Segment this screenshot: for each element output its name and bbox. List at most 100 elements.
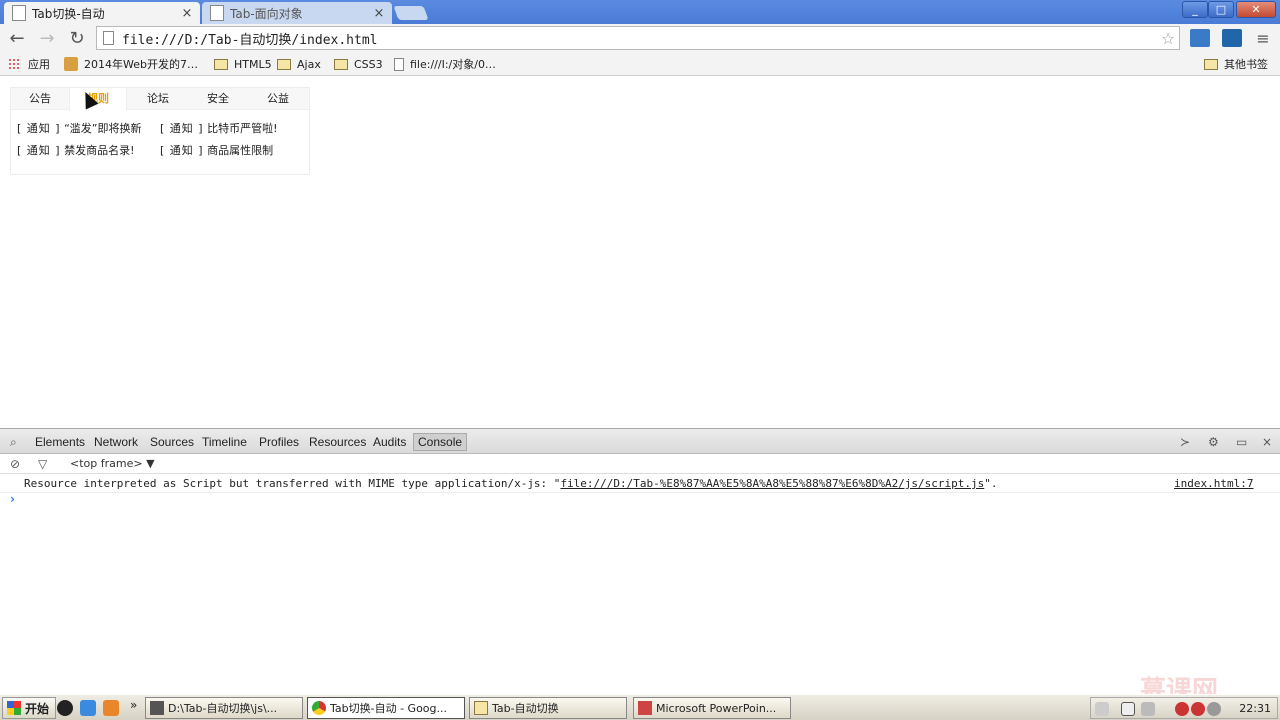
taskbar-item-label: Tab-自动切换: [492, 702, 559, 715]
app-icon[interactable]: [103, 700, 119, 716]
notice-tab-bar: 公告 规则 论坛 安全 公益: [11, 88, 309, 111]
folder-icon: [474, 701, 488, 715]
console-source-link[interactable]: index.html:7: [1174, 477, 1253, 490]
back-arrow-icon[interactable]: ←: [4, 25, 30, 51]
close-window-button[interactable]: ✕: [1236, 1, 1276, 18]
notice-item[interactable]: [ 通知 ] 比特币严管啦!: [160, 120, 278, 136]
notice-text: 比特币严管啦!: [207, 122, 278, 135]
printer-icon[interactable]: [1141, 702, 1155, 716]
page-favicon-icon: [12, 5, 26, 21]
devtools-tab-console[interactable]: Console: [413, 433, 468, 451]
bookmark-folder-other[interactable]: 其他书签: [1204, 55, 1268, 73]
windows-logo-icon: [7, 701, 21, 715]
devtools-panel: ⌕ Elements Network Sources Timeline Prof…: [0, 428, 1280, 692]
keyboard-icon[interactable]: [1095, 702, 1109, 716]
frame-select[interactable]: <top frame> ▼: [70, 457, 155, 470]
folder-icon: [1204, 58, 1218, 70]
notice-item[interactable]: [ 通知 ] 禁发商品名录!: [17, 142, 135, 158]
bookmark-label: CSS3: [354, 57, 383, 71]
tab-close-icon[interactable]: ×: [180, 6, 194, 21]
folder-icon: [214, 58, 228, 70]
bookmark-folder-css3[interactable]: CSS3: [334, 55, 383, 73]
notice-tab-forum[interactable]: 论坛: [129, 88, 187, 110]
help-icon[interactable]: [1121, 702, 1135, 716]
folder-icon: [334, 58, 348, 70]
reload-icon[interactable]: ↻: [64, 25, 90, 51]
browser-tab-active[interactable]: Tab切换-自动 ×: [4, 2, 200, 24]
extension-icon[interactable]: [1190, 29, 1210, 47]
apps-icon: [8, 58, 20, 70]
qq-icon[interactable]: [57, 700, 73, 716]
extension-icon[interactable]: [1222, 29, 1242, 47]
browser-tab-label: Tab切换-自动: [32, 6, 105, 21]
quicklaunch-overflow[interactable]: »: [130, 698, 137, 712]
bookmark-icon: [64, 57, 78, 71]
browser-titlebar: Tab切换-自动 × Tab-面向对象 × _ □ ✕: [0, 0, 1280, 24]
taskbar-item-label: Tab切换-自动 - Goog...: [330, 702, 448, 715]
antivirus-icon[interactable]: [1175, 702, 1189, 716]
notice-text: “滥发”即将换新: [64, 122, 142, 135]
bookmark-folder-html5[interactable]: HTML5: [214, 55, 272, 73]
forward-arrow-icon[interactable]: →: [34, 25, 60, 51]
gear-icon[interactable]: ⚙: [1208, 435, 1219, 449]
notice-tab-rules[interactable]: 规则: [69, 88, 127, 111]
taskbar-item-folder[interactable]: Tab-自动切换: [469, 697, 627, 719]
notice-tab-charity[interactable]: 公益: [249, 88, 307, 110]
bookmark-star-icon[interactable]: ☆: [1157, 29, 1179, 48]
notice-tag: [ 通知 ]: [160, 144, 204, 157]
console-prompt[interactable]: ›: [10, 492, 15, 506]
tray-app-icon[interactable]: [1191, 702, 1205, 716]
bookmarks-bar: 应用 2014年Web开发的7… HTML5 Ajax CSS3 file://…: [0, 52, 1280, 76]
taskbar-item-label: Microsoft PowerPoin...: [656, 701, 777, 715]
bookmark-folder-ajax[interactable]: Ajax: [277, 55, 321, 73]
bookmark-label: 其他书签: [1224, 58, 1268, 71]
clock: 22:31: [1239, 702, 1271, 715]
notice-tab-security[interactable]: 安全: [189, 88, 247, 110]
notice-item[interactable]: [ 通知 ] 商品属性限制: [160, 142, 273, 158]
address-bar-url[interactable]: file:///D:/Tab-自动切换/index.html: [122, 29, 1157, 48]
close-icon[interactable]: ×: [1262, 435, 1272, 449]
taskbar-item-powerpoint[interactable]: Microsoft PowerPoin...: [633, 697, 791, 719]
folder-icon: [277, 58, 291, 70]
bookmark-apps[interactable]: 应用: [8, 55, 50, 73]
browser-tab-inactive[interactable]: Tab-面向对象 ×: [202, 2, 392, 24]
dock-icon[interactable]: ▭: [1236, 435, 1247, 449]
browser-icon[interactable]: [80, 700, 96, 716]
powerpoint-icon: [638, 701, 652, 715]
page-viewport: 公告 规则 论坛 安全 公益 [ 通知 ] “滥发”即将换新 [ 通知 ] 比特…: [0, 77, 1280, 428]
chevron-down-icon: ▼: [146, 457, 155, 470]
address-bar[interactable]: file:///D:/Tab-自动切换/index.html ☆: [96, 26, 1180, 50]
menu-icon[interactable]: ≡: [1254, 29, 1272, 48]
drawer-toggle-icon[interactable]: ≻: [1180, 435, 1190, 449]
search-icon[interactable]: ⌕: [10, 435, 17, 450]
bookmark-label: file:///I:/对象/0…: [410, 58, 496, 71]
volume-icon[interactable]: [1207, 702, 1221, 716]
notice-tab-announcement[interactable]: 公告: [11, 88, 69, 110]
maximize-button[interactable]: □: [1208, 1, 1234, 18]
start-label: 开始: [25, 701, 50, 716]
devtools-tab-sources[interactable]: Sources: [150, 435, 194, 449]
devtools-tab-elements[interactable]: Elements: [35, 435, 85, 449]
start-button[interactable]: 开始: [2, 697, 57, 719]
console-toolbar: ⊘ ▽ <top frame> ▼: [0, 454, 1280, 474]
filter-icon[interactable]: ▽: [38, 457, 47, 471]
console-message-link[interactable]: file:///D:/Tab-%E8%87%AA%E5%8A%A8%E5%88%…: [560, 477, 984, 490]
devtools-tab-resources[interactable]: Resources: [309, 435, 366, 449]
bookmark-label: 应用: [28, 58, 50, 71]
devtools-tab-timeline[interactable]: Timeline: [202, 435, 247, 449]
taskbar-item-chrome[interactable]: Tab切换-自动 - Goog...: [307, 697, 465, 719]
clear-console-icon[interactable]: ⊘: [10, 457, 20, 471]
bookmark-item[interactable]: file:///I:/对象/0…: [394, 55, 496, 73]
notice-tag: [ 通知 ]: [17, 122, 61, 135]
system-tray: 22:31: [1090, 697, 1278, 719]
new-tab-button[interactable]: [393, 6, 429, 20]
console-message: Resource interpreted as Script but trans…: [0, 475, 1280, 493]
devtools-tab-audits[interactable]: Audits: [373, 435, 406, 449]
taskbar-item-explorer[interactable]: D:\Tab-自动切换\js\...: [145, 697, 303, 719]
bookmark-item[interactable]: 2014年Web开发的7…: [64, 55, 198, 73]
notice-item[interactable]: [ 通知 ] “滥发”即将换新: [17, 120, 141, 136]
devtools-tab-network[interactable]: Network: [94, 435, 138, 449]
devtools-tab-profiles[interactable]: Profiles: [259, 435, 299, 449]
minimize-button[interactable]: _: [1182, 1, 1208, 18]
tab-close-icon[interactable]: ×: [372, 6, 386, 21]
